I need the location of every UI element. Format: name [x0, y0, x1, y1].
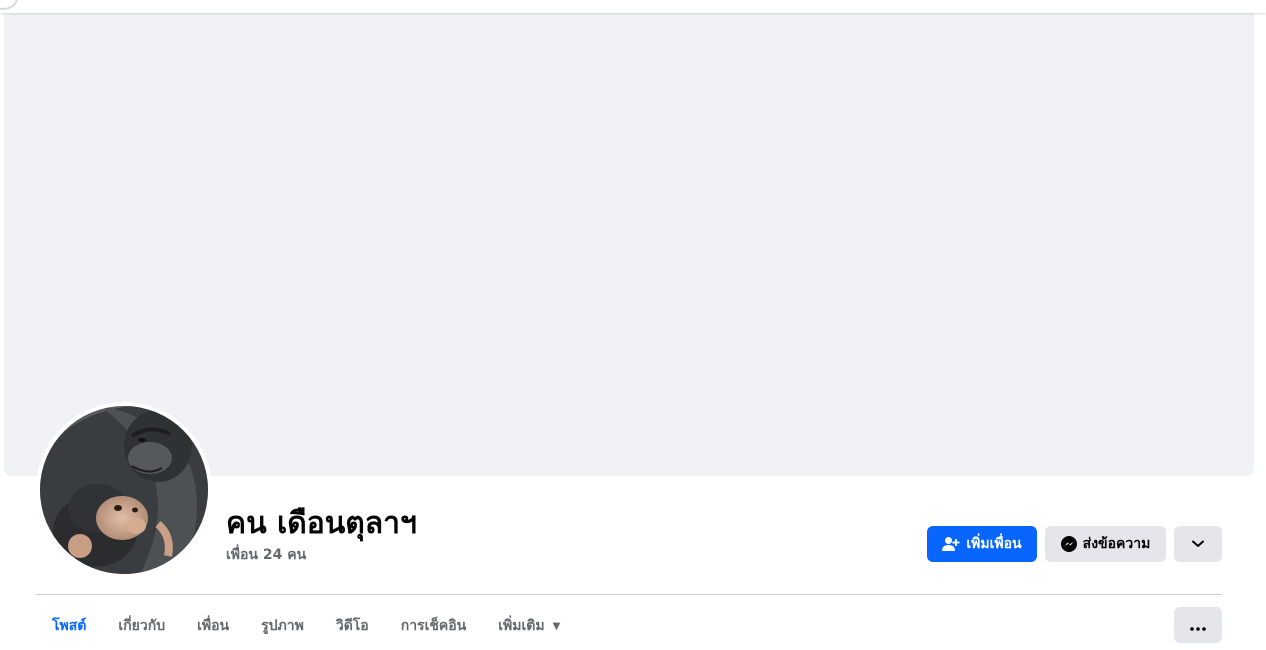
profile-picture-frame — [36, 402, 212, 578]
add-friend-button[interactable]: เพิ่มเพื่อน — [927, 526, 1037, 562]
tab-posts[interactable]: โพสต์ — [36, 604, 102, 648]
tab-label: การเช็คอิน — [400, 618, 467, 634]
tab-label: เกี่ยวกับ — [118, 618, 166, 634]
more-options-button[interactable] — [1174, 607, 1222, 643]
tab-label: โพสต์ — [52, 618, 87, 634]
send-message-label: ส่งข้อความ — [1082, 536, 1151, 552]
add-person-icon — [942, 536, 960, 552]
profile-tabs: โพสต์ เกี่ยวกับ เพื่อน รูปภาพ วิดีโอ การ… — [36, 604, 576, 648]
tab-check-ins[interactable]: การเช็คอิน — [385, 604, 483, 648]
cover-photo[interactable] — [4, 13, 1254, 476]
tab-label: รูปภาพ — [261, 618, 304, 634]
chimpanzee-photo — [40, 406, 208, 574]
profile-options-dropdown-button[interactable] — [1174, 526, 1222, 562]
messenger-icon — [1060, 536, 1077, 552]
tab-more[interactable]: เพิ่มเติม ▼ — [482, 604, 576, 648]
send-message-button[interactable]: ส่งข้อความ — [1045, 526, 1166, 562]
profile-name: คน เดือนตุลาฯ — [226, 506, 417, 541]
tab-videos[interactable]: วิดีโอ — [320, 604, 385, 648]
tab-friends[interactable]: เพื่อน — [181, 604, 245, 648]
caret-down-icon: ▼ — [552, 620, 561, 632]
tab-label: เพิ่มเติม — [498, 618, 545, 634]
topbar-corner-button[interactable] — [0, 0, 18, 10]
chevron-down-icon — [1192, 536, 1204, 552]
tab-photos[interactable]: รูปภาพ — [245, 604, 320, 648]
tab-label: วิดีโอ — [335, 618, 369, 634]
more-dots-icon — [1190, 616, 1206, 635]
tab-about[interactable]: เกี่ยวกับ — [102, 604, 181, 648]
add-friend-label: เพิ่มเพื่อน — [966, 536, 1022, 552]
profile-divider — [36, 594, 1222, 595]
profile-picture[interactable] — [40, 406, 208, 574]
top-navigation-bar — [0, 0, 1266, 13]
tab-label: เพื่อน — [197, 618, 230, 634]
friends-count[interactable]: เพื่อน 24 คน — [226, 544, 306, 566]
